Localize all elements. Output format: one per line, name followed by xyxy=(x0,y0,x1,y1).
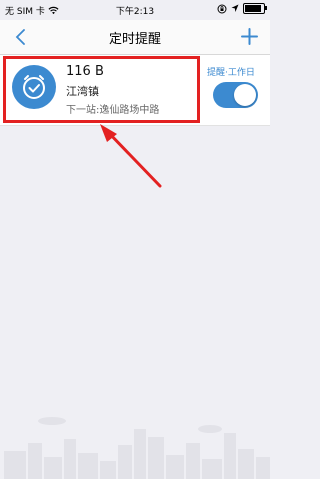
rotation-lock-icon xyxy=(217,4,227,13)
toggle-knob xyxy=(234,84,256,106)
annotation-arrow-icon xyxy=(100,124,162,188)
status-time: 下午2:13 xyxy=(115,7,155,17)
nav-bar: 定时提醒 xyxy=(0,20,270,55)
page-title: 定时提醒 xyxy=(108,32,161,47)
reminder-toggle[interactable] xyxy=(213,82,258,108)
location-icon xyxy=(231,4,239,12)
add-icon[interactable] xyxy=(241,28,258,45)
status-bar: 无 SIM 卡 下午2:13 xyxy=(0,0,270,20)
remind-schedule-label: 提醒·工作日 xyxy=(207,68,255,78)
highlight-box xyxy=(3,56,200,123)
battery-icon xyxy=(243,3,267,14)
skyline-illustration xyxy=(4,417,270,479)
